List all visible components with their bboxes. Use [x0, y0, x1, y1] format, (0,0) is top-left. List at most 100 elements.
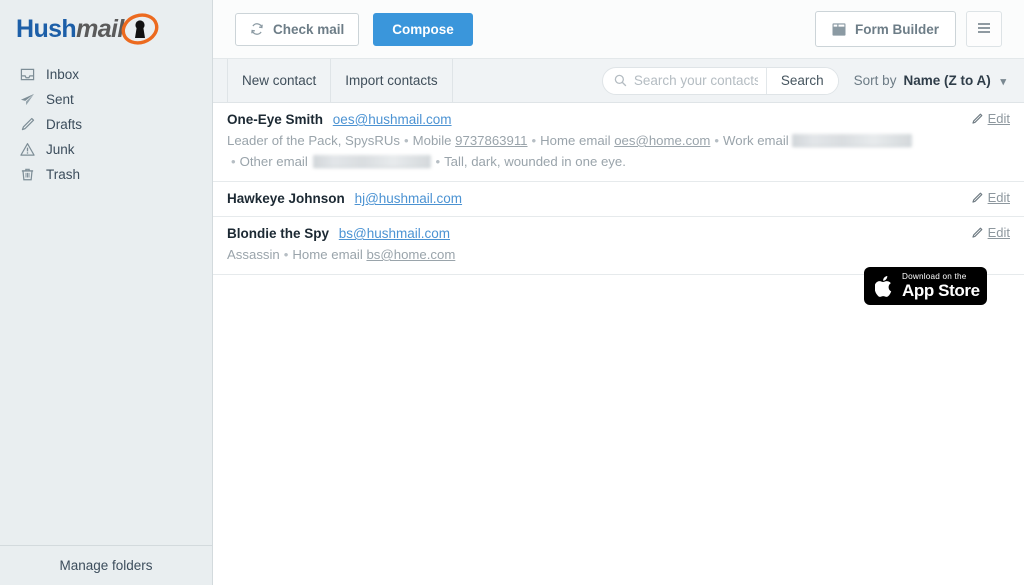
contact-detail-label: Other email: [239, 154, 308, 169]
sidebar: Hush mail Inbox Sent Drafts Junk Trash M…: [0, 0, 213, 585]
contact-mobile-link[interactable]: 9737863911: [455, 133, 527, 148]
sort-value-dropdown[interactable]: Name (Z to A) ▾: [903, 73, 1006, 88]
contacts-toolbar: New contact Import contacts Search your …: [213, 59, 1024, 103]
detail-separator: •: [714, 133, 720, 148]
logo-text-hush: Hush: [16, 14, 77, 43]
form-builder-label: Form Builder: [854, 21, 939, 37]
inbox-icon: [20, 67, 42, 83]
app-store-line1: Download on the: [902, 271, 967, 281]
detail-separator: •: [231, 154, 236, 169]
manage-folders-button[interactable]: Manage folders: [0, 545, 212, 585]
keyhole-logo-icon: [120, 12, 160, 46]
contact-detail-label: Work email: [723, 133, 789, 148]
contact-name: Hawkeye Johnson: [227, 191, 345, 206]
check-mail-button[interactable]: Check mail: [235, 12, 360, 46]
sidebar-item-label: Junk: [46, 142, 75, 157]
sidebar-item-label: Drafts: [46, 117, 83, 132]
hamburger-menu-icon: [976, 21, 992, 38]
new-contact-button[interactable]: New contact: [227, 59, 332, 102]
check-mail-label: Check mail: [273, 21, 345, 37]
contact-detail-label: Home email: [292, 247, 363, 262]
edit-contact-button[interactable]: Edit: [971, 225, 1010, 240]
app-store-badge[interactable]: Download on the App Store: [864, 267, 987, 305]
contact-details: Leader of the Pack, SpysRUs • Mobile 97378…: [227, 130, 927, 172]
search-submit-button[interactable]: Search: [765, 67, 838, 94]
app-store-text: Download on the App Store: [902, 271, 980, 301]
sidebar-item-sent[interactable]: Sent: [0, 87, 212, 112]
search-field-wrapper[interactable]: [603, 68, 766, 94]
contact-home-email-link[interactable]: oes@home.com: [614, 133, 710, 148]
contact-detail-label: Home email: [540, 133, 611, 148]
hushmail-app: Hush mail Inbox Sent Drafts Junk Trash M…: [0, 0, 1024, 585]
pencil-icon: [971, 113, 983, 125]
refresh-icon: [250, 22, 264, 36]
edit-label: Edit: [987, 225, 1010, 240]
edit-contact-button[interactable]: Edit: [971, 111, 1010, 126]
chevron-down-icon: ▾: [1000, 76, 1006, 88]
contact-detail-text: Leader of the Pack, SpysRUs: [227, 133, 400, 148]
contact-email-link[interactable]: bs@hushmail.com: [339, 226, 450, 241]
contact-name: One-Eye Smith: [227, 112, 324, 127]
contact-detail-text: Tall, dark, wounded in one eye.: [444, 154, 626, 169]
hamburger-menu-button[interactable]: [966, 11, 1002, 47]
contacts-list: One-Eye Smith oes@hushmail.com Leader of…: [213, 103, 1024, 275]
warning-triangle-icon: [20, 142, 42, 158]
import-contacts-label: Import contacts: [345, 73, 438, 88]
pencil-icon: [971, 227, 983, 239]
folder-nav: Inbox Sent Drafts Junk Trash: [0, 62, 212, 187]
search-button-label: Search: [780, 73, 824, 88]
new-contact-label: New contact: [242, 73, 317, 88]
table-row[interactable]: Hawkeye Johnson hj@hushmail.com Edit: [213, 182, 1024, 217]
form-builder-button[interactable]: Form Builder: [814, 11, 956, 47]
contact-header: Hawkeye Johnson hj@hushmail.com: [227, 190, 1010, 207]
sidebar-item-junk[interactable]: Junk: [0, 137, 212, 162]
edit-contact-button[interactable]: Edit: [971, 190, 1010, 205]
contact-name: Blondie the Spy: [227, 226, 330, 241]
table-row[interactable]: One-Eye Smith oes@hushmail.com Leader of…: [213, 103, 1024, 182]
sidebar-item-label: Inbox: [46, 67, 80, 82]
top-toolbar-right: Form Builder: [814, 11, 1002, 47]
sidebar-item-inbox[interactable]: Inbox: [0, 62, 212, 87]
redacted-work-email: [792, 134, 913, 147]
contact-detail-label: Mobile: [412, 133, 452, 148]
sort-by-label: Sort by: [853, 73, 897, 88]
contacts-toolbar-right: Search Sort by Name (Z to A) ▾: [601, 59, 1024, 102]
detail-separator: •: [404, 133, 409, 148]
sidebar-item-drafts[interactable]: Drafts: [0, 112, 212, 137]
contacts-search-group: Search: [601, 66, 839, 95]
apple-logo-icon: [875, 275, 894, 298]
compose-button[interactable]: Compose: [373, 12, 473, 46]
search-input[interactable]: [633, 73, 758, 88]
contact-header: Blondie the Spy bs@hushmail.com: [227, 225, 1010, 242]
trash-icon: [20, 167, 42, 183]
redacted-other-email: [313, 155, 432, 168]
top-toolbar: Check mail Compose Form Builder: [213, 0, 1024, 59]
contact-detail-text: Assassin: [227, 247, 280, 262]
search-icon: [614, 74, 627, 87]
sidebar-item-label: Sent: [46, 92, 74, 107]
detail-separator: •: [531, 133, 537, 148]
edit-label: Edit: [987, 190, 1010, 205]
main-area: Check mail Compose Form Builder New cont…: [213, 0, 1024, 585]
sidebar-item-label: Trash: [46, 167, 81, 182]
contact-details: Assassin • Home email bs@home.com: [227, 244, 927, 265]
sort-control: Sort by Name (Z to A) ▾: [854, 73, 1006, 88]
pencil-icon: [20, 117, 42, 133]
sidebar-item-trash[interactable]: Trash: [0, 162, 212, 187]
import-contacts-button[interactable]: Import contacts: [330, 59, 453, 102]
contact-home-email-link[interactable]: bs@home.com: [366, 247, 455, 262]
detail-separator: •: [283, 247, 289, 262]
detail-separator: •: [435, 154, 441, 169]
app-logo[interactable]: Hush mail: [0, 0, 212, 52]
window-icon: [832, 22, 846, 36]
contact-email-link[interactable]: hj@hushmail.com: [355, 191, 463, 206]
edit-label: Edit: [987, 111, 1010, 126]
contact-header: One-Eye Smith oes@hushmail.com: [227, 111, 1010, 128]
logo-text-mail: mail: [76, 14, 124, 43]
sort-value-label: Name (Z to A): [903, 73, 991, 88]
manage-folders-label: Manage folders: [59, 558, 153, 573]
contact-email-link[interactable]: oes@hushmail.com: [333, 112, 452, 127]
pencil-icon: [971, 192, 983, 204]
app-store-line2: App Store: [902, 281, 980, 301]
compose-label: Compose: [392, 21, 454, 37]
